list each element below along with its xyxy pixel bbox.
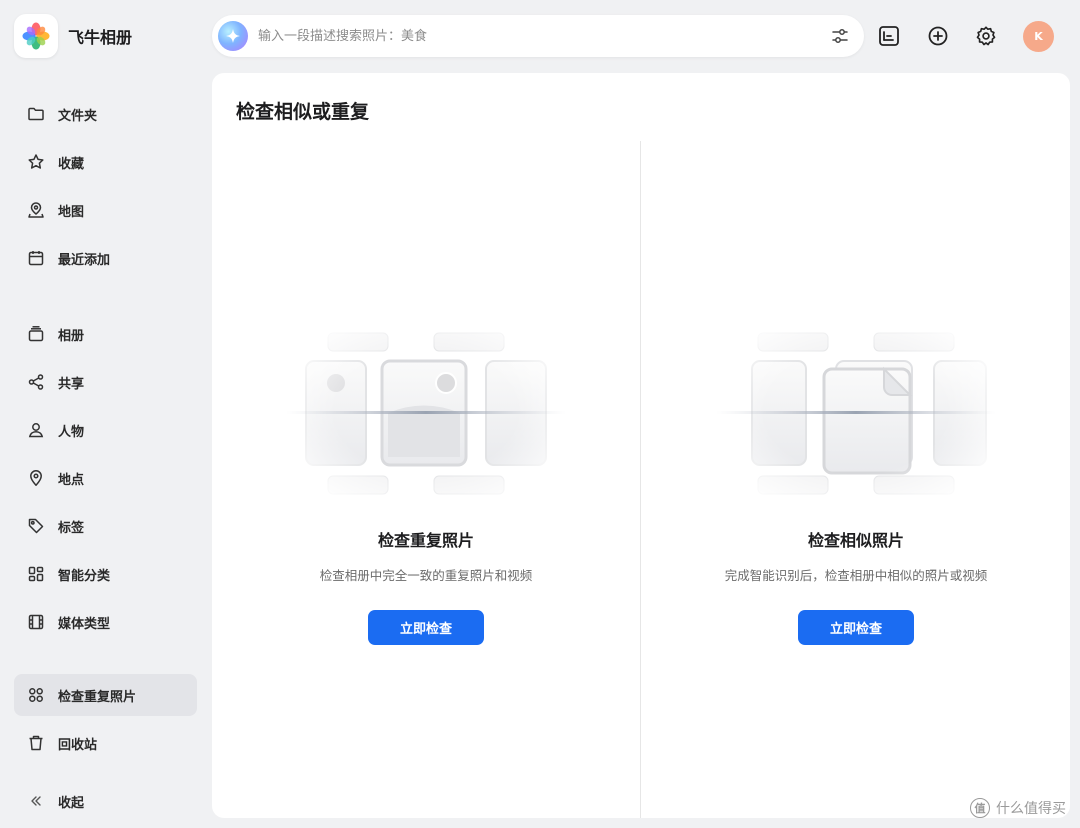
sidebar-item-albums[interactable]: 相册 [14,313,197,355]
film-icon [26,612,46,632]
folder-icon [26,104,46,124]
similar-photos-card: 检查相似照片 完成智能识别后，检查相册中相似的照片或视频 立即检查 [642,313,1070,653]
sidebar-item-label: 检查重复照片 [58,689,137,705]
grid-icon [26,564,46,584]
person-icon [26,420,46,440]
sidebar-item-folders[interactable]: 文件夹 [14,93,197,135]
watermark-logo-icon: 值 [970,798,990,818]
watermark: 值 什么值得买 [970,798,1066,818]
sidebar-item-shared[interactable]: 共享 [14,361,197,403]
duplicate-photos-card: 检查重复照片 检查相册中完全一致的重复照片和视频 立即检查 [212,313,640,653]
add-icon[interactable] [924,22,952,50]
main-panel: 检查相似或重复 检查重复照片 检查相册中完全一致的重复照片和视频 立即检查 检查… [212,73,1070,818]
sidebar-item-label: 共享 [58,376,85,392]
sidebar-item-label: 标签 [58,520,85,536]
ai-sparkle-icon [218,21,248,51]
collapse-label: 收起 [58,795,85,811]
filter-sliders-icon[interactable] [830,26,850,46]
user-avatar[interactable]: K [1023,21,1054,52]
check-similar-button[interactable]: 立即检查 [798,610,914,645]
page-title: 检查相似或重复 [236,101,370,123]
task-list-icon[interactable] [875,22,903,50]
sidebar-item-label: 文件夹 [58,108,98,124]
sidebar-item-label: 智能分类 [58,568,111,584]
sidebar-item-trash[interactable]: 回收站 [14,722,197,764]
location-pin-icon [26,468,46,488]
tag-icon [26,516,46,536]
search-bar[interactable] [212,15,864,57]
map-icon [26,200,46,220]
sidebar-item-places[interactable]: 地点 [14,457,197,499]
album-icon [26,324,46,344]
card-title: 检查重复照片 [377,531,474,550]
flower-logo-icon [22,22,50,50]
sidebar-item-media-types[interactable]: 媒体类型 [14,601,197,643]
sidebar-item-tags[interactable]: 标签 [14,505,197,547]
sidebar-item-label: 人物 [58,424,85,440]
trash-icon [26,733,46,753]
double-chevron-left-icon [26,791,46,811]
sidebar-item-recently-added[interactable]: 最近添加 [14,237,197,279]
settings-gear-icon[interactable] [972,22,1000,50]
sidebar-item-label: 收藏 [58,156,85,172]
star-icon [26,152,46,172]
check-duplicates-button[interactable]: 立即检查 [368,610,484,645]
app-logo [14,14,58,58]
sidebar-item-label: 最近添加 [58,252,111,268]
sidebar-item-favorites[interactable]: 收藏 [14,141,197,183]
duplicate-photos-illustration [276,313,576,513]
sidebar-item-label: 媒体类型 [58,616,111,632]
search-input[interactable] [258,23,818,49]
card-description: 完成智能识别后，检查相册中相似的照片或视频 [724,568,988,583]
calendar-icon [26,248,46,268]
sidebar-item-people[interactable]: 人物 [14,409,197,451]
card-title: 检查相似照片 [807,531,904,550]
sidebar-collapse-button[interactable]: 收起 [14,780,197,822]
sidebar-item-map[interactable]: 地图 [14,189,197,231]
column-divider [640,141,641,818]
sidebar-item-label: 地图 [58,204,85,220]
card-description: 检查相册中完全一致的重复照片和视频 [319,568,533,583]
watermark-text: 什么值得买 [996,801,1066,817]
sidebar-item-check-duplicates[interactable]: 检查重复照片 [14,674,197,716]
sidebar-item-label: 回收站 [58,737,98,753]
share-icon [26,372,46,392]
sidebar-item-smart-categories[interactable]: 智能分类 [14,553,197,595]
similar-photos-illustration [706,313,1006,513]
duplicate-check-icon [26,685,46,705]
sidebar-item-label: 地点 [58,472,85,488]
app-title: 飞牛相册 [68,28,133,47]
sidebar-item-label: 相册 [58,328,85,344]
